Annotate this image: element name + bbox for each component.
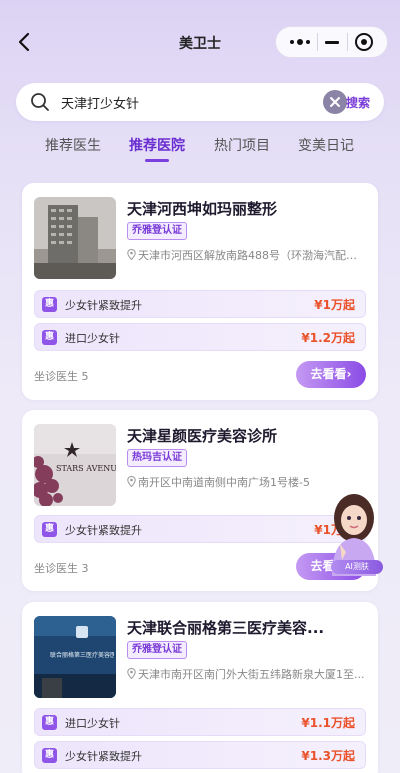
discount-badge: 惠 <box>42 748 57 763</box>
tab-bar: 推荐医生 推荐医院 热门项目 变美日记 <box>0 135 400 165</box>
hospital-name[interactable]: 天津星颜医疗美容诊所 <box>127 425 277 446</box>
hospital-thumbnail <box>34 197 116 279</box>
search-input[interactable]: 天津打少女针 <box>61 93 139 112</box>
hospital-name[interactable]: 天津联合丽格第三医疗美容... <box>127 617 324 638</box>
ai-skin-test-assistant[interactable]: AI测肤 <box>316 486 392 582</box>
project-price: ¥1.1万起 <box>301 716 355 730</box>
tab-recommended-doctors[interactable]: 推荐医生 <box>45 135 101 155</box>
project-price: ¥1.3万起 <box>301 749 355 763</box>
search-button[interactable]: 搜索 <box>346 94 370 111</box>
more-icon[interactable] <box>289 39 310 45</box>
ai-skin-test-label: AI测肤 <box>331 560 383 574</box>
hospital-thumbnail: STARS AVENUE <box>34 424 116 506</box>
doctor-count: 坐诊医生 5 <box>34 370 89 383</box>
project-item[interactable]: 惠 少女针紧致提升 ¥1.3万起 <box>34 741 366 769</box>
doctor-count: 坐诊医生 3 <box>34 562 89 575</box>
project-name: 少女针紧致提升 <box>65 750 142 763</box>
hospital-name[interactable]: 天津河西坤如玛丽整形 <box>127 198 277 219</box>
project-name: 进口少女针 <box>65 717 120 730</box>
project-price: ¥1万起 <box>314 298 355 312</box>
discount-badge: 惠 <box>42 522 57 537</box>
hospital-card[interactable]: 联合丽格第三医疗美容医院 天津联合丽格第三医疗美容... 乔雅登认证 天津市南开… <box>22 602 378 773</box>
project-price: ¥1.2万起 <box>301 331 355 345</box>
hospital-thumbnail: 联合丽格第三医疗美容医院 <box>34 616 116 698</box>
project-name: 进口少女针 <box>65 332 120 345</box>
clear-icon[interactable] <box>323 90 347 114</box>
mini-program-capsule <box>275 26 388 58</box>
hospital-card[interactable]: 天津河西坤如玛丽整形 乔雅登认证 天津市河西区解放南路488号（环渤海汽配城..… <box>22 183 378 400</box>
search-bar[interactable]: 天津打少女针 搜索 <box>16 83 384 121</box>
project-item[interactable]: 惠 进口少女针 ¥1.2万起 <box>34 323 366 351</box>
certification-badge: 热玛吉认证 <box>127 449 187 467</box>
discount-badge: 惠 <box>42 715 57 730</box>
hospital-address: 天津市河西区解放南路488号（环渤海汽配城... <box>127 247 367 263</box>
tab-recommended-hospitals[interactable]: 推荐医院 <box>129 135 185 155</box>
thumbnail-sign-text: 联合丽格第三医疗美容医院 <box>50 652 114 659</box>
project-name: 少女针紧致提升 <box>65 299 142 312</box>
search-icon <box>31 93 49 111</box>
certification-badge: 乔雅登认证 <box>127 641 187 659</box>
project-item[interactable]: 惠 少女针紧致提升 ¥1万起 <box>34 290 366 318</box>
tab-popular-projects[interactable]: 热门项目 <box>214 135 270 155</box>
active-tab-indicator <box>145 159 169 162</box>
discount-badge: 惠 <box>42 297 57 312</box>
discount-badge: 惠 <box>42 330 57 345</box>
minimize-icon[interactable] <box>325 40 340 44</box>
project-item[interactable]: 惠 进口少女针 ¥1.1万起 <box>34 708 366 736</box>
thumbnail-sign-text: STARS AVENUE <box>56 464 116 473</box>
location-pin-icon <box>127 249 136 260</box>
close-target-icon[interactable] <box>355 33 374 51</box>
location-pin-icon <box>127 668 136 679</box>
nav-bar: 美卫士 <box>0 24 400 60</box>
project-name: 少女针紧致提升 <box>65 524 142 537</box>
certification-badge: 乔雅登认证 <box>127 222 187 240</box>
location-pin-icon <box>127 476 136 487</box>
view-hospital-button[interactable]: 去看看› <box>296 361 366 388</box>
tab-beauty-diary[interactable]: 变美日记 <box>298 135 354 155</box>
hospital-address: 天津市南开区南门外大街五纬路新泉大厦1至... <box>127 666 367 682</box>
